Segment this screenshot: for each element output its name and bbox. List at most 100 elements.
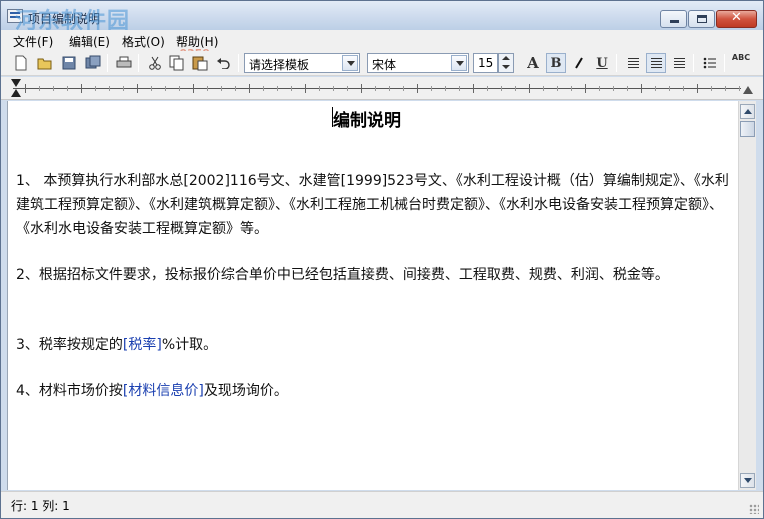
ruler-major-tick — [193, 84, 194, 93]
font-size-field[interactable]: 15 — [473, 53, 498, 73]
font-size-value: 15 — [478, 56, 494, 70]
status-bar: 行: 1 列: 1 — [1, 491, 763, 518]
first-line-indent-marker[interactable] — [11, 79, 21, 87]
ruler-minor-tick — [501, 86, 502, 91]
toolbar-separator — [693, 54, 694, 72]
minimize-icon — [670, 20, 679, 23]
paragraph-4-suffix: 及现场询价。 — [203, 383, 288, 399]
bullets-button[interactable] — [700, 53, 720, 73]
ruler-minor-tick — [207, 86, 208, 91]
material-price-field-link[interactable]: [材料信息价] — [123, 383, 204, 399]
align-right-button[interactable] — [669, 53, 689, 73]
ruler-major-tick — [641, 84, 642, 93]
bold-button[interactable]: B — [546, 53, 566, 73]
copy-icon[interactable] — [167, 53, 187, 73]
toolbar-separator — [616, 54, 617, 72]
ruler-major-tick — [417, 84, 418, 93]
left-indent-marker[interactable] — [11, 89, 21, 97]
paragraph-3-suffix: %计取。 — [161, 337, 218, 353]
scroll-down-icon[interactable] — [740, 473, 755, 488]
paragraph-4-prefix: 4、材料市场价按 — [16, 383, 123, 399]
ruler-minor-tick — [739, 86, 740, 91]
toolbar-separator — [138, 54, 139, 72]
ruler-minor-tick — [165, 86, 166, 91]
align-left-button[interactable] — [623, 53, 643, 73]
ruler-minor-tick — [683, 86, 684, 91]
print-icon[interactable] — [114, 53, 134, 73]
close-icon: ✕ — [731, 10, 742, 25]
ruler-minor-tick — [235, 86, 236, 91]
menu-edit[interactable]: 编辑(E) — [69, 33, 110, 50]
ruler-minor-tick — [571, 86, 572, 91]
underline-button[interactable]: U — [592, 53, 612, 73]
ruler-major-tick — [81, 84, 82, 93]
right-indent-marker[interactable] — [743, 86, 753, 94]
chevron-down-icon[interactable] — [342, 55, 358, 71]
template-select-value: 请选择模板 — [249, 58, 310, 72]
align-center-button[interactable] — [646, 53, 666, 73]
save-as-icon[interactable] — [83, 53, 103, 73]
ruler-minor-tick — [319, 86, 320, 91]
paragraph-1: 1、 本预算执行水利部水总[2002]116号文、水建管[1999]523号文、… — [16, 173, 729, 237]
document-editor[interactable]: 编制说明 1、 本预算执行水利部水总[2002]116号文、水建管[1999]5… — [7, 101, 738, 490]
menu-file[interactable]: 文件(F) — [13, 33, 53, 50]
cut-icon[interactable] — [145, 53, 165, 73]
title-bar[interactable]: 项目编制说明 河东软件园 ✕ — [1, 1, 763, 34]
ruler-minor-tick — [515, 86, 516, 91]
italic-button[interactable] — [569, 53, 589, 73]
toolbar-separator — [724, 54, 725, 72]
close-button[interactable]: ✕ — [716, 10, 757, 28]
ruler-minor-tick — [459, 86, 460, 91]
tax-rate-field-link[interactable]: [税率] — [123, 337, 162, 353]
ruler-major-tick — [585, 84, 586, 93]
font-select[interactable]: 宋体 — [367, 53, 469, 73]
ruler-minor-tick — [543, 86, 544, 91]
open-folder-icon[interactable] — [35, 53, 55, 73]
paste-icon[interactable] — [190, 53, 210, 73]
ruler-minor-tick — [109, 86, 110, 91]
ruler-minor-tick — [263, 86, 264, 91]
ruler-minor-tick — [347, 86, 348, 91]
ruler-minor-tick — [627, 86, 628, 91]
menu-format[interactable]: 格式(O) — [122, 33, 165, 50]
ruler-major-tick — [137, 84, 138, 93]
font-size-stepper[interactable] — [498, 53, 514, 73]
vertical-scrollbar[interactable] — [738, 101, 756, 490]
align-right-icon — [673, 58, 685, 68]
font-color-button[interactable]: A — [523, 53, 543, 73]
ruler-minor-tick — [431, 86, 432, 91]
resize-grip-icon[interactable] — [749, 504, 759, 514]
ruler-minor-tick — [599, 86, 600, 91]
ruler-major-tick — [529, 84, 530, 93]
maximize-button[interactable] — [688, 10, 715, 28]
scroll-up-icon[interactable] — [740, 104, 755, 119]
ruler-major-tick — [361, 84, 362, 93]
ruler-major-tick — [249, 84, 250, 93]
app-window: 项目编制说明 河东软件园 ✕ 文件(F) 编辑(E) 格式(O) 帮助(H) w… — [0, 0, 764, 519]
ruler-minor-tick — [291, 86, 292, 91]
align-left-icon — [627, 58, 639, 68]
ruler-minor-tick — [725, 86, 726, 91]
align-center-icon — [650, 58, 662, 68]
template-select[interactable]: 请选择模板 — [244, 53, 360, 73]
spell-check-button[interactable]: ABC — [731, 53, 751, 73]
ruler-minor-tick — [67, 86, 68, 91]
ruler-minor-tick — [375, 86, 376, 91]
ruler-minor-tick — [39, 86, 40, 91]
scrollbar-thumb[interactable] — [740, 121, 755, 137]
ruler-minor-tick — [95, 86, 96, 91]
minimize-button[interactable] — [660, 10, 687, 28]
new-file-icon[interactable] — [11, 53, 31, 73]
ruler-minor-tick — [389, 86, 390, 91]
ruler-major-tick — [697, 84, 698, 93]
save-icon[interactable] — [59, 53, 79, 73]
ruler-major-tick — [25, 84, 26, 93]
ruler-minor-tick — [333, 86, 334, 91]
undo-icon[interactable] — [213, 53, 233, 73]
chevron-down-icon[interactable] — [451, 55, 467, 71]
paragraph-4: 4、材料市场价按[材料信息价]及现场询价。 — [16, 379, 738, 403]
ruler-minor-tick — [655, 86, 656, 91]
menu-help[interactable]: 帮助(H) — [176, 33, 218, 50]
ruler-minor-tick — [277, 86, 278, 91]
app-icon — [7, 9, 23, 23]
